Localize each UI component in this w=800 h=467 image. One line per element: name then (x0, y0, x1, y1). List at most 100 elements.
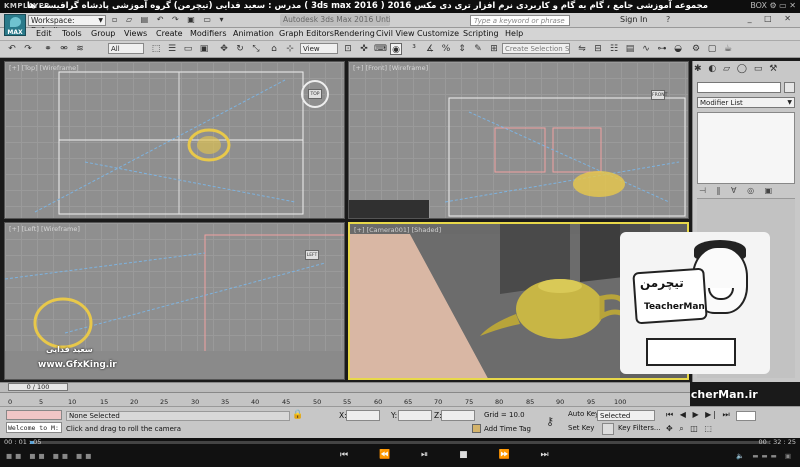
material-editor-icon[interactable]: ◒ (672, 43, 684, 55)
rotate-icon[interactable]: ↻ (234, 43, 246, 55)
viewport-navigation-icons[interactable]: ✥ ⌕ ◫ ⬚ (666, 424, 714, 434)
help-icon[interactable]: ? (666, 15, 670, 24)
tick-label: 75 (465, 398, 474, 406)
schematic-view-icon[interactable]: ⊶ (656, 43, 668, 55)
viewport-label-top[interactable]: [+] [Top] [Wireframe] (9, 64, 79, 72)
selection-filter-dropdown[interactable]: All (108, 43, 144, 54)
move-icon[interactable]: ✥ (218, 43, 230, 55)
x-coord-field[interactable] (346, 410, 380, 421)
menu-edit[interactable]: Edit (36, 29, 52, 38)
player-left-controls[interactable]: ■■ ■■ ■■ ■■ (6, 452, 94, 460)
unlink-icon[interactable]: ⚮ (58, 43, 70, 55)
select-by-name-icon[interactable]: ☰ (166, 43, 178, 55)
maxscript-listener-mini[interactable] (6, 410, 62, 420)
pivot-center-icon[interactable]: ⊡ (342, 43, 354, 55)
viewcube-left[interactable]: LEFT (305, 250, 319, 260)
link-icon[interactable]: ⚭ (42, 43, 54, 55)
workspace-dropdown[interactable]: Workspace: Default▼ (28, 15, 106, 35)
spinner-snap-icon[interactable]: ⇕ (456, 43, 468, 55)
menu-customize[interactable]: Customize (417, 29, 459, 38)
selection-lock-icon[interactable]: 🔒 (292, 410, 303, 420)
bind-space-warp-icon[interactable]: ≋ (74, 43, 86, 55)
viewcube-front[interactable]: FRONT (651, 90, 667, 100)
player-volume-controls[interactable]: 🔈 ▬▬▬ ▣ (736, 452, 794, 460)
menu-rendering[interactable]: Rendering (334, 29, 375, 38)
window-controls[interactable]: _ □ ✕ (748, 14, 796, 23)
modifier-stack[interactable] (697, 112, 795, 184)
window-crossing-icon[interactable]: ▣ (198, 43, 210, 55)
grid-size: Grid = 10.0 (484, 411, 525, 419)
player-window-controls[interactable]: BOX ⚙ ▭ ✕ (750, 1, 796, 10)
y-coord-field[interactable] (398, 410, 432, 421)
edit-named-selection-icon[interactable]: ✎ (472, 43, 484, 55)
time-slider[interactable] (0, 382, 690, 392)
add-time-tag-button[interactable]: Add Time Tag (484, 425, 531, 433)
viewport-top[interactable]: TOP [+] [Top] [Wireframe] (4, 61, 345, 219)
z-coord-field[interactable] (441, 410, 475, 421)
quick-access-icons[interactable]: ▫ ▱ ▤ ↶ ↷ ▣ ▭ ▾ (112, 15, 226, 24)
angle-snap-icon[interactable]: ∡ (424, 43, 436, 55)
time-tag-icon[interactable] (472, 424, 481, 433)
select-manipulate-icon[interactable]: ✜ (358, 43, 370, 55)
selection-set-dropdown[interactable]: Create Selection Se (502, 43, 570, 54)
render-production-icon[interactable]: ☕ (722, 43, 734, 55)
menu-help[interactable]: Help (505, 29, 523, 38)
ribbon-icon[interactable]: ▤ (624, 43, 636, 55)
menu-tools[interactable]: Tools (62, 29, 82, 38)
viewport-front[interactable]: FRONT [+] [Front] [Wireframe] (348, 61, 689, 219)
set-key-button[interactable]: Set Key (568, 424, 595, 435)
key-icon[interactable]: ⚷ (546, 415, 554, 428)
stack-tool-icons[interactable]: ⊣ ‖ ∀ ◎ ▣ (699, 186, 776, 195)
playback-controls[interactable]: ⏮ ◀ ▶ ▶| ⏭ (666, 410, 732, 420)
menu-animation[interactable]: Animation (233, 29, 274, 38)
viewport-label-front[interactable]: [+] [Front] [Wireframe] (353, 64, 428, 72)
menu-civil-view[interactable]: Civil View (376, 29, 415, 38)
sign-in-button[interactable]: Sign In (620, 15, 647, 24)
key-mode-dropdown[interactable]: Selected (597, 410, 655, 421)
select-object-icon[interactable]: ⬚ (150, 43, 162, 55)
time-slider-thumb[interactable]: 0 / 100 (8, 383, 68, 391)
key-filters-button[interactable]: Key Filters... (618, 424, 662, 435)
undo-icon[interactable]: ↶ (6, 43, 18, 55)
snaps-3d-icon[interactable]: ³ (408, 43, 420, 55)
curve-editor-icon[interactable]: ∿ (640, 43, 652, 55)
menu-create[interactable]: Create (156, 29, 183, 38)
menu-graph-editors[interactable]: Graph Editors (279, 29, 334, 38)
named-selection-icon[interactable]: ⊞ (488, 43, 500, 55)
reference-coordinate-dropdown[interactable]: View (300, 43, 338, 54)
layer-manager-icon[interactable]: ☷ (608, 43, 620, 55)
viewport-label-camera[interactable]: [+] [Camera001] [Shaded] (354, 226, 441, 234)
snap-toggle-icon[interactable]: ◉ (390, 43, 402, 55)
reference-coord-icon[interactable]: ⊹ (284, 43, 296, 55)
viewport-label-left[interactable]: [+] [Left] [Wireframe] (9, 225, 80, 233)
object-color-swatch[interactable] (784, 82, 795, 93)
viewcube-top[interactable]: TOP (308, 89, 322, 99)
redo-icon[interactable]: ↷ (22, 43, 34, 55)
align-icon[interactable]: ⊟ (592, 43, 604, 55)
search-input[interactable]: Type a keyword or phrase (470, 15, 570, 26)
modifier-list-dropdown[interactable]: Modifier List ▼ (697, 97, 795, 108)
object-name-field[interactable] (697, 82, 781, 93)
auto-key-button[interactable]: Auto Key (568, 410, 599, 421)
current-frame-field[interactable] (736, 411, 756, 421)
menu-views[interactable]: Views (124, 29, 147, 38)
maxscript-welcome-field[interactable]: Welcome to M: (6, 422, 62, 433)
default-tangent-icon[interactable] (602, 423, 614, 435)
rectangular-region-icon[interactable]: ▭ (182, 43, 194, 55)
mirror-icon[interactable]: ⇋ (576, 43, 588, 55)
menu-scripting[interactable]: Scripting (463, 29, 499, 38)
course-title: مجموعه آموزشی جامع ، گام به گام و کاربرد… (26, 1, 708, 11)
place-icon[interactable]: ⌂ (268, 43, 280, 55)
render-setup-icon[interactable]: ⚙ (690, 43, 702, 55)
viewport-left[interactable]: LEFT [+] [Left] [Wireframe] (4, 222, 345, 380)
app-menu-button[interactable]: MAX (4, 14, 26, 36)
menu-group[interactable]: Group (91, 29, 115, 38)
percent-snap-icon[interactable]: % (440, 43, 452, 55)
menu-modifiers[interactable]: Modifiers (190, 29, 227, 38)
keyboard-shortcut-icon[interactable]: ⌨ (374, 43, 387, 55)
scale-icon[interactable]: ⤡ (250, 43, 262, 55)
player-buttons[interactable]: ⏮ ⏪ ⏯ ■ ⏩ ⏭ (340, 450, 563, 460)
seek-bar[interactable] (30, 441, 770, 444)
rendered-frame-icon[interactable]: ▢ (706, 43, 718, 55)
command-panel-tabs[interactable]: ✱ ◐ ▱ ◯ ▭ ⚒ (694, 64, 779, 74)
